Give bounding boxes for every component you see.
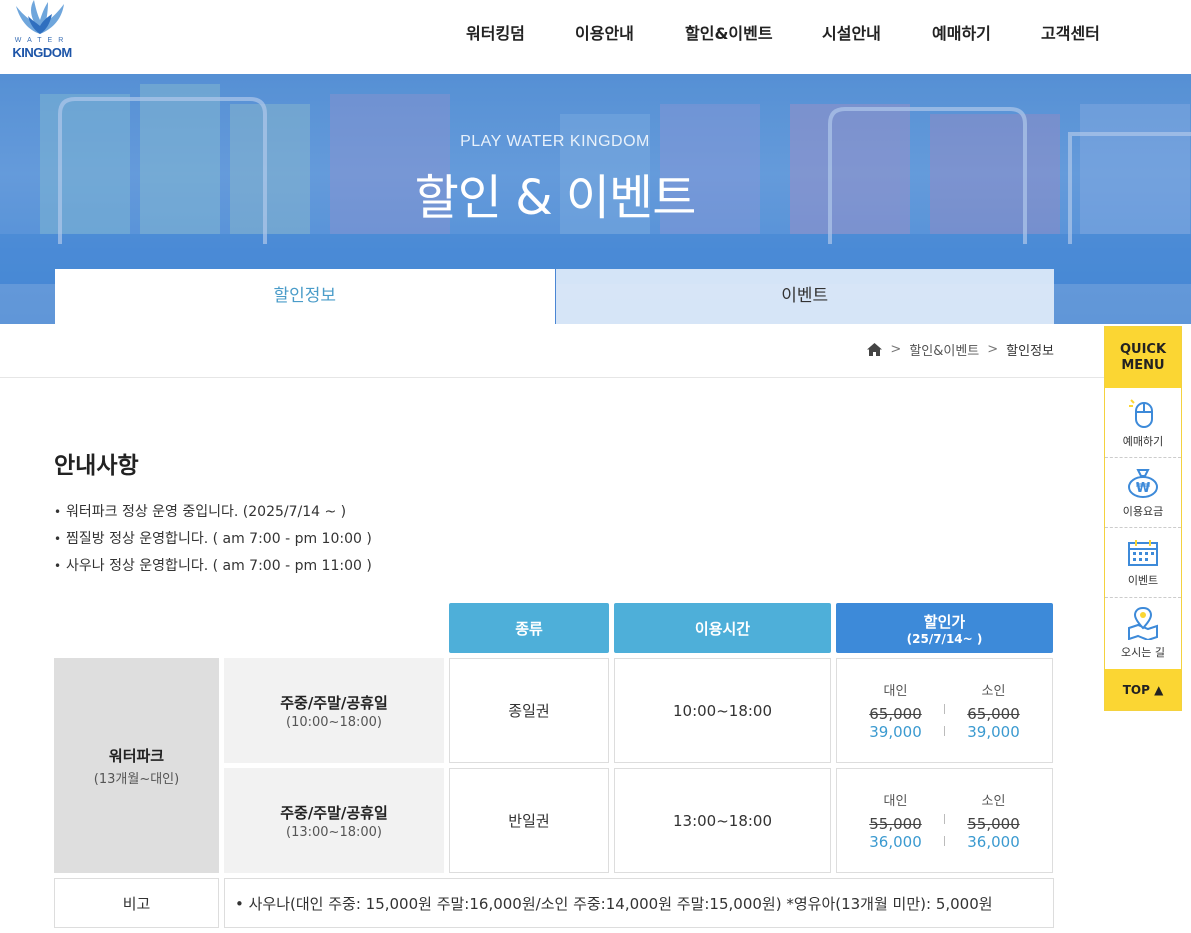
money-bag-icon: ₩ [1128,468,1158,498]
nav-item-usage-guide[interactable]: 이용안내 [575,20,634,44]
nav-item-customer-center[interactable]: 고객센터 [1041,20,1100,44]
quick-item-label: 오시는 길 [1121,646,1165,659]
row2-child-col: 소인 55,000 36,000 [945,790,1043,851]
logo-kingdom-text: KINGDOM [12,45,72,60]
nav-item-booking[interactable]: 예매하기 [932,20,991,44]
nav-item-discount-event[interactable]: 할인&이벤트 [685,20,773,44]
row2-type-cell: 반일권 [449,768,609,873]
price-divider [944,814,945,824]
quick-menu-title: QUICK MENU [1105,327,1181,388]
header-price: 할인가 (25/7/14~ ) [836,603,1053,653]
quick-item-booking[interactable]: 예매하기 [1105,388,1181,458]
category-age: (13개월~대인) [93,771,180,787]
category-cell: 워터파크 (13개월~대인) [54,658,219,873]
header-type-label: 종류 [515,619,543,638]
row1-day: 주중/주말/공휴일 [280,693,388,712]
quick-item-directions[interactable]: 오시는 길 [1105,598,1181,668]
price-divider [944,704,945,714]
row1-day-cell: 주중/주말/공휴일 (10:00~18:00) [224,658,444,763]
quick-item-label: 이벤트 [1127,573,1159,587]
notice-list: 워터파크 정상 운영 중입니다. (2025/7/14 ~ ) 찜질방 정상 운… [54,499,372,580]
quick-menu: QUICK MENU 예매하기 ₩ 이용요금 이벤트 오시는 길 TOP ▲ [1104,326,1182,711]
banner-title: 할인 & 이벤트 [414,170,697,226]
adult-label: 대인 [883,684,908,699]
breadcrumb-separator: > [890,342,902,357]
map-pin-icon [1128,606,1158,640]
row2-time: 13:00~18:00 [672,811,773,830]
row2-adult-col: 대인 55,000 36,000 [847,790,945,851]
note-label-cell: 비고 [54,878,219,928]
row1-time-cell: 10:00~18:00 [614,658,831,763]
child-original-price: 65,000 [967,705,1020,723]
adult-original-price: 65,000 [869,705,922,723]
quick-item-label: 예매하기 [1122,434,1164,448]
svg-text:₩: ₩ [1136,481,1151,496]
adult-original-price: 55,000 [869,815,922,833]
row2-day-cell: 주중/주말/공휴일 (13:00~18:00) [224,768,444,873]
home-icon[interactable] [867,343,883,356]
water-kingdom-logo[interactable]: WATER KINGDOM [4,0,76,64]
header-time: 이용시간 [614,603,831,653]
adult-discount-price: 39,000 [869,723,922,741]
price-divider [944,836,945,846]
logo-water-text: WATER [14,37,70,44]
child-label: 소인 [981,684,1006,699]
price-divider [944,726,945,736]
header-price-date: (25/7/14~ ) [906,631,983,646]
note-label: 비고 [122,894,151,913]
note-text: • 사우나(대인 주중: 15,000원 주말:16,000원/소인 주중:14… [235,894,993,913]
row2-day: 주중/주말/공휴일 [280,803,388,822]
breadcrumb-separator: > [987,342,999,357]
quick-menu-title-line1: QUICK [1119,341,1167,357]
calendar-icon [1128,539,1158,566]
row1-time: 10:00~18:00 [672,701,773,720]
nav-item-facilities[interactable]: 시설안내 [822,20,881,44]
row2-price-cell: 대인 55,000 36,000 소인 55,000 36,000 [836,768,1053,873]
child-discount-price: 39,000 [967,723,1020,741]
child-label: 소인 [981,794,1006,809]
row1-adult-col: 대인 65,000 39,000 [847,680,945,741]
banner-subtitle: PLAY WATER KINGDOM [460,133,650,150]
scroll-top-button[interactable]: TOP ▲ [1105,669,1181,710]
row2-type: 반일권 [508,812,550,830]
nav-item-waterkingdom[interactable]: 워터킹덤 [466,20,525,44]
notice-item: 사우나 정상 운영합니다. ( am 7:00 - pm 11:00 ) [54,553,372,580]
site-header: WATER KINGDOM 워터킹덤 이용안내 할인&이벤트 시설안내 예매하기… [0,0,1191,74]
adult-discount-price: 36,000 [869,833,922,851]
quick-menu-title-line2: MENU [1121,357,1165,373]
breadcrumb-level1[interactable]: 할인&이벤트 [909,340,979,359]
sub-tabs: 할인정보 이벤트 [55,269,1054,324]
row1-type: 종일권 [508,702,550,720]
child-discount-price: 36,000 [967,833,1020,851]
notice-item: 워터파크 정상 운영 중입니다. (2025/7/14 ~ ) [54,499,372,526]
header-time-label: 이용시간 [694,619,751,638]
row1-child-col: 소인 65,000 39,000 [945,680,1043,741]
quick-item-event[interactable]: 이벤트 [1105,528,1181,598]
note-text-cell: • 사우나(대인 주중: 15,000원 주말:16,000원/소인 주중:14… [224,878,1054,928]
adult-label: 대인 [883,794,908,809]
header-price-label: 할인가 [923,612,966,631]
notice-item: 찜질방 정상 운영합니다. ( am 7:00 - pm 10:00 ) [54,526,372,553]
quick-item-pricing[interactable]: ₩ 이용요금 [1105,458,1181,528]
row2-day-hours: (13:00~18:00) [286,824,382,840]
mouse-icon [1129,398,1153,428]
tab-discount-info[interactable]: 할인정보 [55,269,555,324]
header-type: 종류 [449,603,609,653]
breadcrumb: > 할인&이벤트 > 할인정보 [867,340,1054,359]
water-splash-icon [16,0,64,34]
row1-price-cell: 대인 65,000 39,000 소인 65,000 39,000 [836,658,1053,763]
section-title: 안내사항 [54,453,139,479]
divider [0,377,1104,378]
category-name: 워터파크 [108,746,165,765]
row1-type-cell: 종일권 [449,658,609,763]
row2-time-cell: 13:00~18:00 [614,768,831,873]
quick-item-label: 이용요금 [1122,504,1164,518]
breadcrumb-current: 할인정보 [1006,344,1054,359]
child-original-price: 55,000 [967,815,1020,833]
tab-event[interactable]: 이벤트 [554,269,1054,324]
row1-day-hours: (10:00~18:00) [286,714,382,730]
